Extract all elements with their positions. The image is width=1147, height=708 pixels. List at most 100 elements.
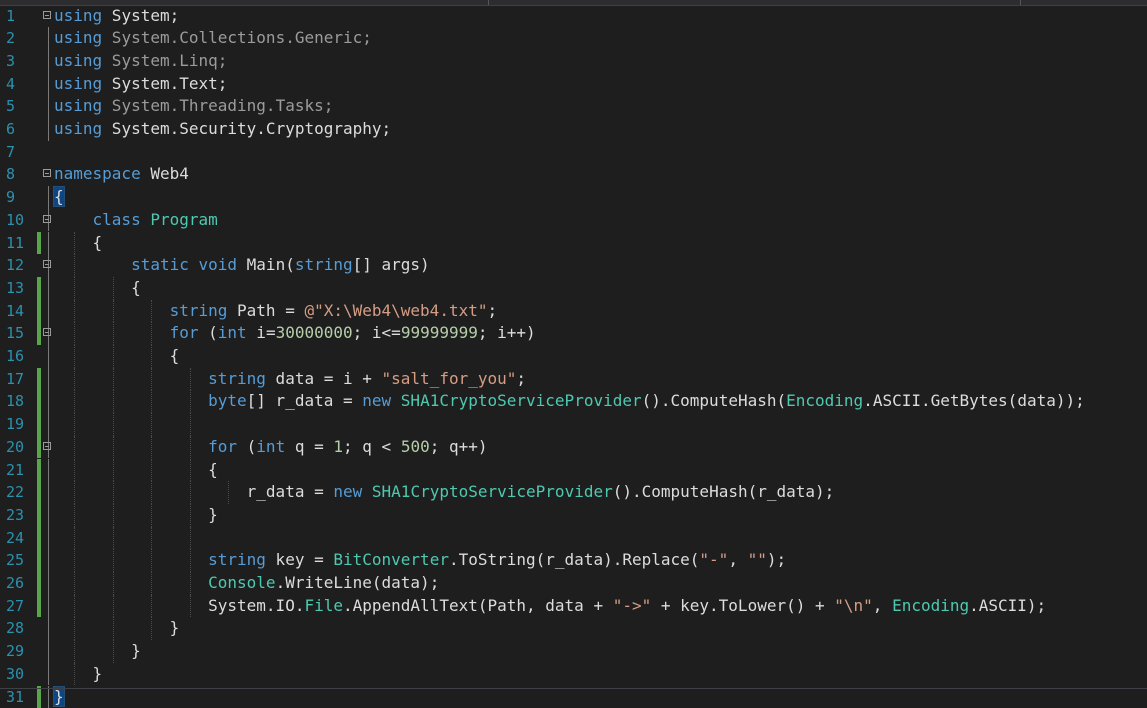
code-token: Web4 bbox=[140, 164, 189, 184]
code-token: } bbox=[54, 504, 218, 524]
line-number: 6 bbox=[6, 120, 16, 138]
code-text[interactable]: string data = i + "salt_for_you"; bbox=[54, 368, 526, 391]
line-number: 23 bbox=[6, 505, 25, 524]
collapse-icon[interactable] bbox=[43, 10, 51, 19]
code-line[interactable]: 25 string key = BitConverter.ToString(r_… bbox=[0, 549, 1147, 572]
code-line[interactable]: 18 byte[] r_data = new SHA1CryptoService… bbox=[0, 390, 1147, 414]
code-text[interactable]: { bbox=[54, 345, 180, 368]
code-token: 99999999 bbox=[400, 323, 478, 343]
change-indicator bbox=[37, 594, 41, 618]
change-indicator bbox=[37, 481, 41, 504]
code-text[interactable]: string Path = @"X:\Web4\web4.txt"; bbox=[54, 300, 498, 323]
code-text[interactable]: } bbox=[54, 640, 141, 663]
code-line[interactable]: 10 class Program bbox=[0, 208, 1147, 232]
code-line[interactable]: 13 { bbox=[0, 276, 1147, 300]
code-text[interactable]: using System; bbox=[54, 5, 179, 28]
code-text[interactable]: } bbox=[54, 617, 180, 640]
code-line[interactable]: 8 namespace Web4 bbox=[0, 163, 1147, 186]
code-line[interactable]: 1 using System; bbox=[0, 5, 1147, 28]
code-text[interactable]: static void Main(string[] args) bbox=[54, 254, 430, 277]
code-line[interactable]: 11 { bbox=[0, 231, 1147, 255]
code-token: ); bbox=[766, 550, 787, 570]
code-token: byte bbox=[208, 391, 247, 411]
code-line[interactable]: 21 { bbox=[0, 458, 1147, 482]
code-line[interactable]: 30 } bbox=[0, 662, 1147, 686]
code-token: i= bbox=[246, 323, 276, 343]
code-line[interactable]: 20 for (int q = 1; q < 500; q++) bbox=[0, 435, 1147, 459]
code-line[interactable]: 26 Console.WriteLine(data); bbox=[0, 572, 1147, 595]
code-text[interactable]: { bbox=[53, 186, 65, 209]
code-token: ; bbox=[516, 368, 527, 388]
code-token: { bbox=[54, 346, 180, 365]
code-line[interactable]: 19 bbox=[0, 413, 1147, 436]
line-number: 11 bbox=[6, 233, 25, 252]
code-text[interactable]: System.IO.File.AppendAllText(Path, data … bbox=[54, 595, 1046, 618]
line-number: 12 bbox=[6, 256, 25, 275]
line-number: 25 bbox=[6, 551, 25, 570]
code-line[interactable]: 28 } bbox=[0, 617, 1147, 641]
line-number: 13 bbox=[6, 278, 25, 297]
code-text[interactable]: class Program bbox=[54, 209, 218, 232]
collapse-icon[interactable] bbox=[43, 169, 51, 178]
code-token: } bbox=[53, 685, 65, 707]
code-line[interactable]: 6 using System.Security.Cryptography; bbox=[0, 118, 1147, 141]
code-token: int bbox=[217, 323, 247, 343]
code-line[interactable]: 7 bbox=[0, 141, 1147, 164]
code-text[interactable]: } bbox=[54, 504, 218, 527]
code-text[interactable]: using System.Text; bbox=[54, 73, 227, 96]
indent-guide bbox=[112, 526, 114, 550]
code-text[interactable]: for (int i=30000000; i<=99999999; i++) bbox=[54, 322, 536, 345]
code-line[interactable]: 17 string data = i + "salt_for_you"; bbox=[0, 367, 1147, 391]
code-token: System.IO. bbox=[54, 595, 305, 615]
collapse-icon[interactable] bbox=[43, 328, 51, 337]
code-text[interactable]: Console.WriteLine(data); bbox=[54, 572, 439, 595]
code-text[interactable]: byte[] r_data = new SHA1CryptoServicePro… bbox=[54, 390, 1085, 413]
code-line[interactable]: 3 using System.Linq; bbox=[0, 49, 1147, 73]
code-token: "salt_for_you" bbox=[381, 368, 517, 388]
code-token: data = i + bbox=[265, 368, 382, 388]
code-token: string bbox=[169, 300, 228, 320]
collapse-icon[interactable] bbox=[43, 260, 51, 269]
code-text[interactable]: for (int q = 1; q < 500; q++) bbox=[54, 436, 487, 459]
code-text[interactable]: { bbox=[54, 459, 218, 482]
code-text[interactable]: using System.Collections.Generic; bbox=[54, 27, 372, 50]
code-line[interactable]: 4 using System.Text; bbox=[0, 72, 1147, 96]
outline-line bbox=[48, 572, 49, 595]
code-line[interactable]: 12 static void Main(string[] args) bbox=[0, 254, 1147, 277]
code-line[interactable]: 23 } bbox=[0, 503, 1147, 527]
code-line[interactable]: 27 System.IO.File.AppendAllText(Path, da… bbox=[0, 594, 1147, 618]
code-line[interactable]: 9{ bbox=[0, 186, 1147, 209]
code-token: using bbox=[54, 50, 103, 70]
collapse-icon[interactable] bbox=[43, 214, 51, 223]
code-text[interactable]: using System.Security.Cryptography; bbox=[54, 118, 391, 141]
collapse-icon[interactable] bbox=[43, 441, 51, 450]
code-editor[interactable]: 1 using System; 2 using System.Collections.… bbox=[0, 0, 1147, 708]
code-text[interactable]: string key = BitConverter.ToString(r_dat… bbox=[54, 549, 786, 572]
code-token: int bbox=[256, 436, 286, 456]
code-text[interactable]: r_data = new SHA1CryptoServiceProvider()… bbox=[54, 481, 835, 504]
code-line[interactable]: 15 for (int i=30000000; i<=99999999; i++… bbox=[0, 322, 1147, 345]
outline-line bbox=[48, 458, 49, 482]
line-number: 10 bbox=[6, 210, 25, 229]
code-line[interactable]: 24 bbox=[0, 526, 1147, 550]
code-line[interactable]: 22 r_data = new SHA1CryptoServiceProvide… bbox=[0, 481, 1147, 504]
code-text[interactable]: { bbox=[54, 232, 103, 255]
code-line[interactable]: 2 using System.Collections.Generic; bbox=[0, 27, 1147, 50]
code-token: .AppendAllText(Path, data + bbox=[342, 595, 613, 615]
code-line[interactable]: 5 using System.Threading.Tasks; bbox=[0, 95, 1147, 118]
code-text[interactable]: } bbox=[54, 663, 103, 686]
code-line[interactable]: 16 { bbox=[0, 345, 1147, 368]
code-text[interactable]: namespace Web4 bbox=[54, 163, 189, 186]
code-text[interactable]: { bbox=[54, 277, 141, 300]
code-token: using bbox=[54, 96, 103, 116]
code-line[interactable]: 14 string Path = @"X:\Web4\web4.txt"; bbox=[0, 299, 1147, 323]
code-text[interactable]: using System.Threading.Tasks; bbox=[54, 95, 333, 118]
code-text[interactable]: using System.Linq; bbox=[54, 50, 227, 73]
code-line[interactable]: 29 } bbox=[0, 640, 1147, 663]
outline-line bbox=[48, 390, 49, 414]
line-number: 21 bbox=[6, 460, 25, 479]
code-token: , bbox=[872, 595, 893, 615]
